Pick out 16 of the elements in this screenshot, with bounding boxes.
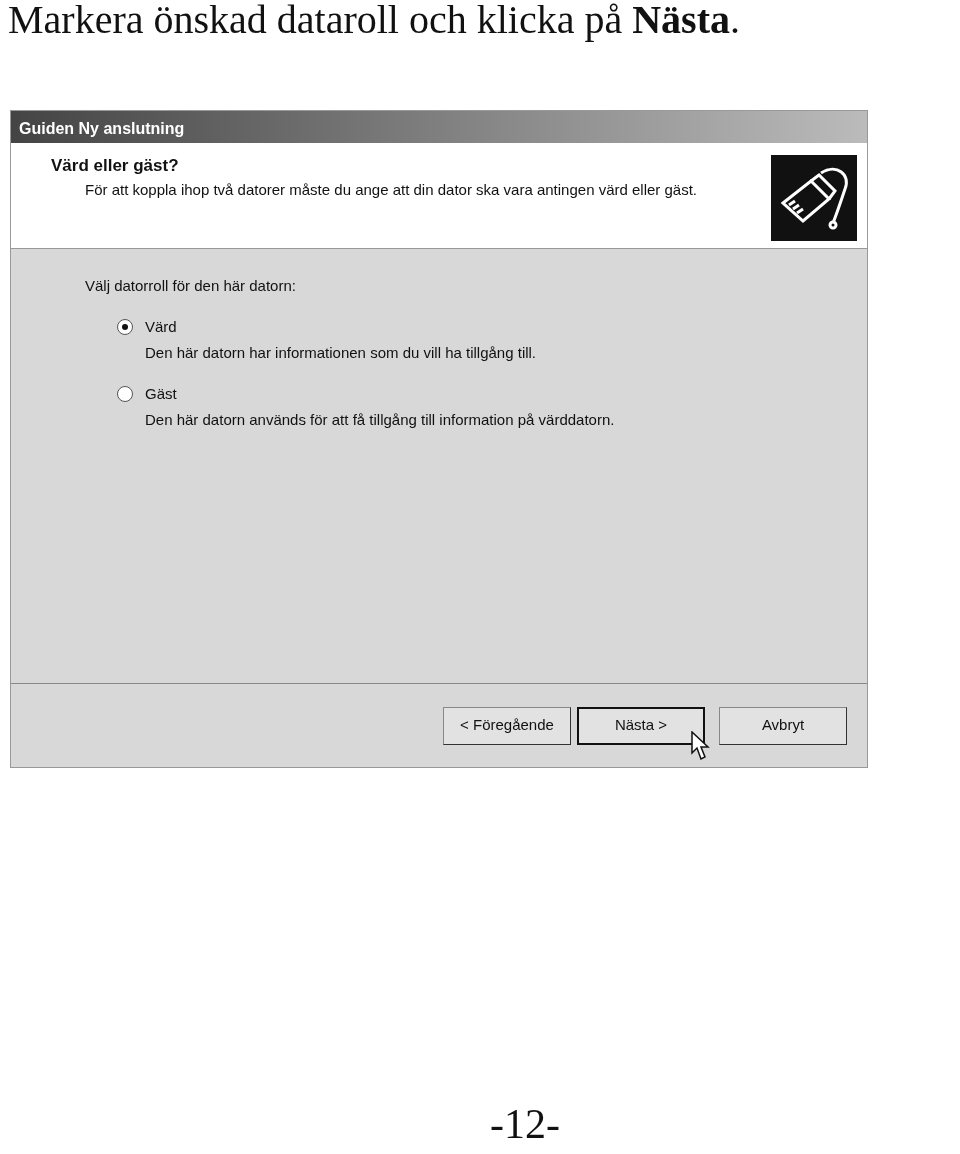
wizard-button[interactable]: Avbryt: [719, 706, 847, 745]
window-title: Guiden Ny anslutning: [11, 111, 867, 143]
option-label: Gäst: [145, 383, 177, 404]
header-title: Värd eller gäst?: [51, 155, 180, 177]
page-number: -12-: [489, 1100, 561, 1149]
network-plug-icon: [771, 155, 857, 241]
option-description: Den här datorn har informationen som du vill ha tillgång till.: [145, 343, 538, 363]
header-description: För att koppla ihop två datorer måste du ange att din dator ska vara antingen värd eller gäst.: [85, 179, 699, 200]
radio-button[interactable]: [117, 318, 133, 335]
instruction-heading: Markera önskad dataroll och klicka på Nästa.: [8, 0, 741, 40]
radio-button[interactable]: [117, 385, 133, 402]
option-description: Den här datorn används för att få tillgång till information på värddatorn.: [145, 410, 616, 430]
prompt-label: Välj datorroll för den här datorn:: [85, 276, 297, 296]
wizard-button[interactable]: < Föregående: [443, 706, 571, 745]
mouse-cursor-icon: [691, 730, 711, 761]
option-label: Värd: [145, 316, 177, 337]
